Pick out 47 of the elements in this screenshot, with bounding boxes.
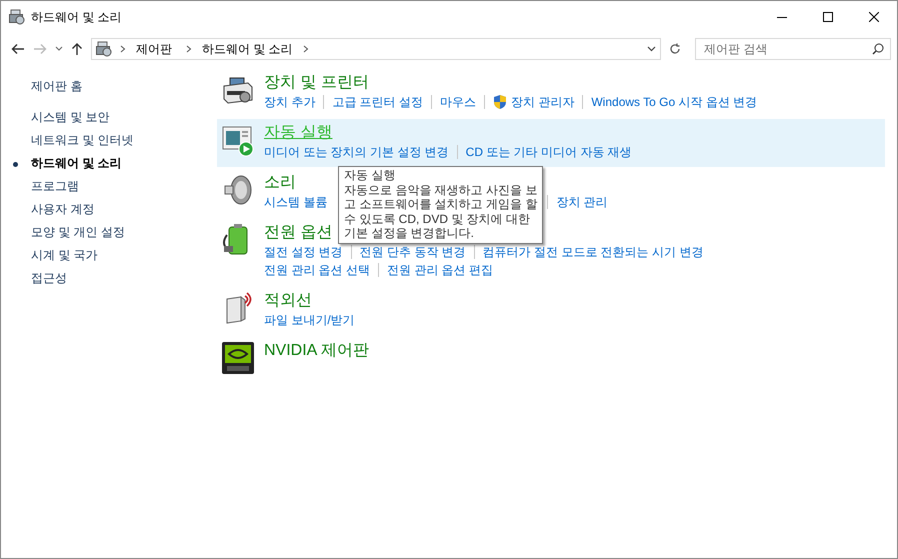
task-link[interactable]: 장치 관리자 [493, 93, 574, 111]
window-title: 하드웨어 및 소리 [31, 9, 122, 26]
close-icon [869, 12, 879, 22]
shield-icon [493, 94, 508, 110]
printer-icon [96, 41, 112, 57]
sidebar-link[interactable]: 네트워크 및 인터넷 [31, 129, 217, 152]
address-bar[interactable]: 제어판 하드웨어 및 소리 [91, 38, 661, 60]
dropdown-icon[interactable] [647, 46, 656, 52]
sidebar-link[interactable]: 접근성 [31, 267, 217, 290]
sidebar-link[interactable]: 사용자 계정 [31, 198, 217, 221]
sidebar-link[interactable]: 모양 및 개인 설정 [31, 221, 217, 244]
task-link[interactable]: 전원 단추 동작 변경 [360, 243, 466, 261]
sidebar-link[interactable]: 하드웨어 및 소리 [31, 152, 217, 175]
bullet-icon [13, 162, 18, 167]
sidebar-link[interactable]: 제어판 홈 [31, 75, 217, 98]
chevron-icon[interactable] [120, 45, 126, 53]
task-link[interactable]: 장치 관리 [556, 193, 608, 211]
chevron-icon[interactable] [302, 45, 309, 53]
printer-icon [9, 9, 25, 25]
category-title-link[interactable]: 소리 [264, 173, 296, 193]
task-link[interactable]: 전원 관리 옵션 편집 [387, 261, 494, 279]
task-link[interactable]: CD 또는 기타 미디어 자동 재생 [466, 143, 632, 161]
category-title-link[interactable]: NVIDIA 제어판 [264, 341, 369, 361]
sidebar-link[interactable]: 시스템 및 보안 [31, 106, 217, 129]
breadcrumb-item[interactable]: 하드웨어 및 소리 [196, 40, 299, 58]
task-link[interactable]: Windows To Go 시작 옵션 변경 [591, 93, 758, 111]
task-link[interactable]: 컴퓨터가 절전 모드로 전환되는 시기 변경 [482, 243, 704, 261]
sidebar-link[interactable]: 시계 및 국가 [31, 244, 217, 267]
category-title-link[interactable]: 적외선 [264, 291, 312, 311]
task-link[interactable]: 마우스 [440, 93, 476, 111]
task-link[interactable]: 전원 관리 옵션 선택 [264, 261, 370, 279]
breadcrumb-item[interactable]: 제어판 [130, 40, 178, 58]
maximize-icon [823, 12, 833, 22]
task-link[interactable]: 미디어 또는 장치의 기본 설정 변경 [264, 143, 449, 161]
category-title-link[interactable]: 장치 및 프린터 [264, 73, 369, 93]
task-link[interactable]: 장치 추가 [264, 93, 316, 111]
task-link[interactable]: 절전 설정 변경 [264, 243, 343, 261]
task-link[interactable]: 시스템 볼륨 [264, 193, 328, 211]
sidebar-link[interactable]: 프로그램 [31, 175, 217, 198]
search-icon [872, 43, 884, 55]
task-link[interactable]: 파일 보내기/받기 [264, 311, 355, 329]
search-box[interactable]: 제어판 검색 [695, 38, 891, 60]
tooltip: 자동 실행 자동으로 음악을 재생하고 사진을 보 고 소프트웨어를 설치하고 게임을 할 수 있도록 CD, DVD 및 장치에 대한 기본 설정을 변경합니다. [338, 166, 544, 244]
task-link[interactable]: 고급 프린터 설정 [332, 93, 424, 111]
chevron-icon[interactable] [186, 45, 192, 53]
category-title-link[interactable]: 전원 옵션 [264, 223, 332, 243]
nvidia-logo-icon [221, 341, 255, 375]
